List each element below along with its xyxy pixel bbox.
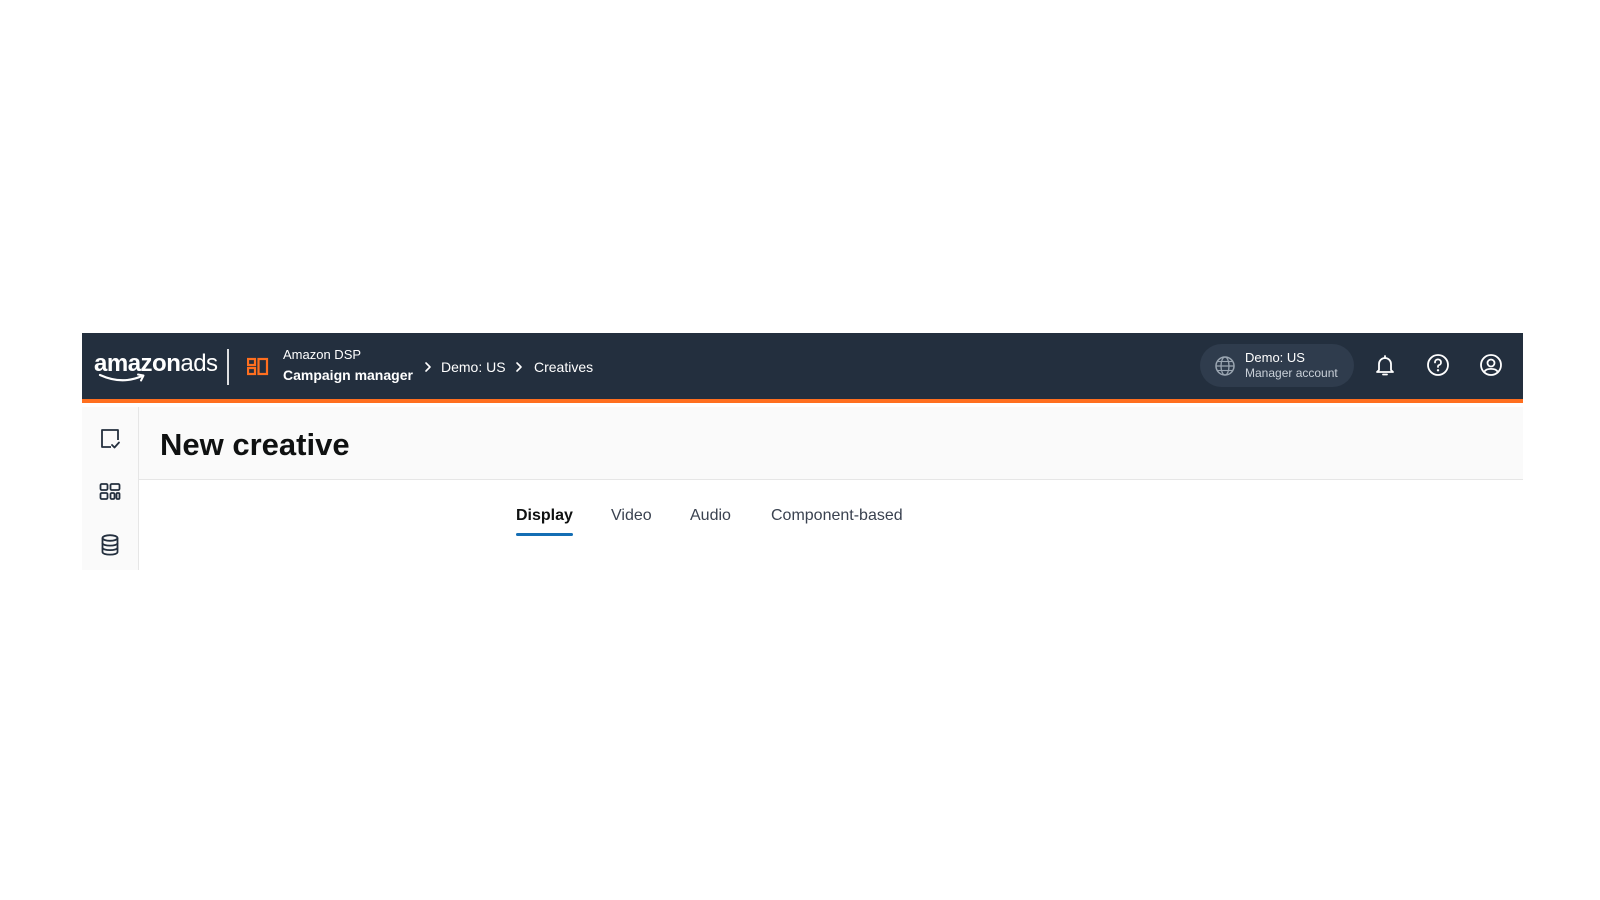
left-sidebar (82, 407, 139, 570)
logo-suffix-text: ads (180, 350, 218, 377)
tab-label: Audio (690, 507, 731, 524)
tab-label: Display (516, 507, 573, 524)
app-title: Campaign manager (283, 367, 413, 383)
notifications-button[interactable] (1372, 352, 1398, 378)
account-type: Manager account (1245, 366, 1338, 380)
tab-video[interactable]: Video (611, 506, 652, 536)
checklist-icon (101, 429, 120, 449)
tab-label: Component-based (771, 507, 903, 524)
apps-grid-icon (99, 483, 121, 500)
breadcrumb-creatives[interactable]: Creatives (534, 358, 593, 376)
help-button[interactable] (1425, 352, 1451, 378)
top-navigation-bar: amazonads Amazon DSP Campaign manager De… (82, 333, 1523, 403)
breadcrumb-account[interactable]: Demo: US (441, 358, 506, 376)
tab-label: Video (611, 507, 652, 524)
account-selector[interactable]: Demo: US Manager account (1200, 344, 1354, 387)
bell-icon (1376, 355, 1394, 376)
sidebar-item-checklist[interactable] (96, 425, 124, 453)
tab-component-based[interactable]: Component-based (771, 506, 903, 536)
campaign-manager-app-icon (247, 357, 269, 376)
active-tab-indicator (516, 533, 573, 536)
page-title: New creative (160, 427, 350, 462)
tab-audio[interactable]: Audio (690, 506, 731, 536)
chevron-right-icon (516, 362, 522, 372)
globe-icon (1215, 355, 1235, 376)
help-icon (1427, 354, 1449, 376)
account-name: Demo: US (1245, 350, 1305, 365)
user-account-icon (1480, 354, 1502, 376)
amazon-ads-logo[interactable]: amazonads (94, 347, 218, 387)
sidebar-item-apps[interactable] (96, 478, 124, 506)
database-icon (101, 534, 119, 556)
tab-display[interactable]: Display (516, 506, 573, 536)
creative-type-tabs: Display Video Audio Component-based (139, 480, 1523, 570)
user-account-button[interactable] (1478, 352, 1504, 378)
sidebar-item-data[interactable] (96, 531, 124, 559)
app-window: amazonads Amazon DSP Campaign manager De… (82, 333, 1523, 570)
page-header: New creative (139, 407, 1523, 480)
logo-divider (227, 349, 229, 385)
amazon-smile-icon (98, 373, 145, 382)
app-switcher[interactable]: Amazon DSP Campaign manager (283, 347, 413, 384)
chevron-right-icon (425, 362, 431, 372)
app-subtitle: Amazon DSP (283, 347, 362, 362)
